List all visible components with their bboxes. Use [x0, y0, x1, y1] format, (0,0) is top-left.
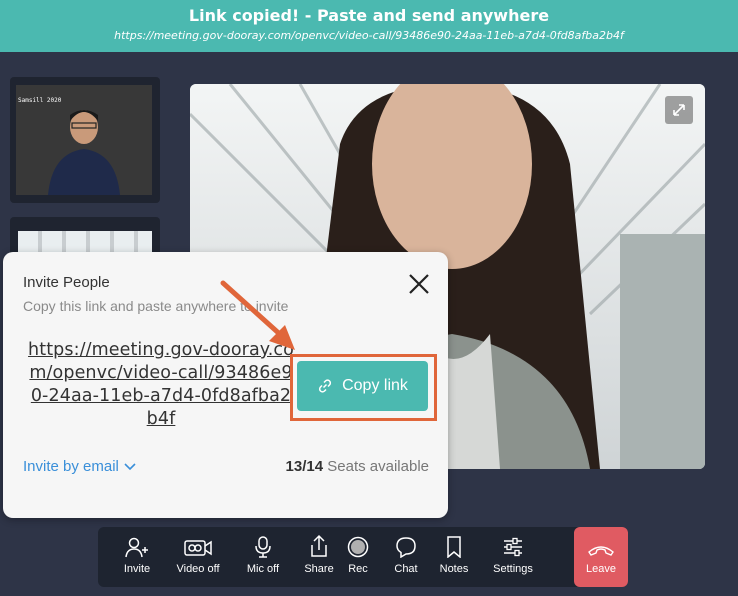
room-label: Samsill 2020	[18, 97, 62, 104]
seats-count: 13/14	[285, 458, 324, 475]
record-icon	[347, 536, 369, 558]
mic-off-label: Mic off	[246, 563, 280, 575]
copy-link-button[interactable]: Copy link	[297, 361, 428, 411]
video-off-label: Video off	[176, 563, 220, 575]
seats-label: Seats available	[327, 458, 429, 475]
microphone-icon	[255, 536, 271, 558]
settings-button[interactable]: Settings	[480, 527, 546, 587]
chevron-down-icon	[124, 462, 136, 470]
banner-title: Link copied! - Paste and send anywhere	[188, 6, 550, 25]
record-button[interactable]: Rec	[332, 527, 384, 587]
chat-bubble-icon	[396, 537, 416, 558]
chat-label: Chat	[394, 563, 418, 575]
chat-button[interactable]: Chat	[384, 527, 428, 587]
share-label: Share	[304, 563, 334, 575]
leave-button[interactable]: Leave	[574, 527, 628, 587]
annotation-arrow-icon	[220, 280, 295, 350]
modal-title: Invite People	[23, 274, 110, 291]
invite-by-email-label: Invite by email	[23, 458, 119, 475]
leave-label: Leave	[586, 563, 616, 575]
close-icon	[409, 274, 429, 294]
bookmark-icon	[447, 536, 461, 558]
meeting-toolbar: Invite Video off Mic off Share Rec Chat …	[98, 527, 628, 587]
add-person-icon	[125, 537, 148, 558]
share-button[interactable]: Share	[304, 527, 334, 587]
record-label: Rec	[348, 563, 368, 575]
expand-icon	[673, 104, 685, 116]
sliders-icon	[504, 537, 522, 557]
expand-button[interactable]	[665, 96, 693, 124]
settings-label: Settings	[493, 563, 533, 575]
invite-label: Invite	[123, 563, 151, 575]
video-off-button[interactable]: Video off	[176, 527, 220, 587]
link-icon	[319, 379, 332, 393]
banner-url: https://meeting.gov-dooray.com/openvc/vi…	[114, 29, 624, 42]
invite-button[interactable]: Invite	[98, 527, 176, 587]
share-icon	[311, 534, 327, 557]
video-camera-icon	[184, 540, 212, 556]
participant-thumbnail[interactable]: Samsill 2020	[10, 77, 160, 203]
hang-up-icon	[588, 546, 614, 556]
link-copied-banner: Link copied! - Paste and send anywhere h…	[0, 0, 738, 52]
mic-off-button[interactable]: Mic off	[220, 527, 306, 587]
invite-by-email-dropdown[interactable]: Invite by email	[23, 458, 136, 475]
notes-button[interactable]: Notes	[428, 527, 480, 587]
seats-available: 13/14 Seats available	[286, 458, 429, 475]
copy-link-label: Copy link	[342, 377, 408, 394]
notes-label: Notes	[439, 563, 469, 575]
close-button[interactable]	[406, 271, 432, 297]
